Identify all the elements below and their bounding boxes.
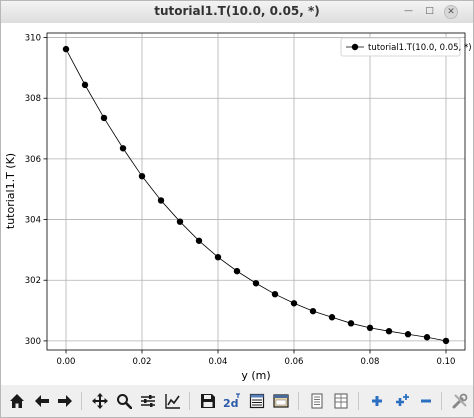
grid-lines — [47, 33, 465, 350]
toolbar-separator — [298, 392, 299, 410]
data-point — [347, 320, 355, 327]
toolbar-separator — [189, 392, 190, 410]
data-point — [366, 324, 374, 332]
legend-label: tutorial1.T(10.0, 0.05, *) — [368, 43, 472, 53]
sliders-icon — [141, 395, 155, 407]
data-point — [252, 280, 260, 287]
magnifier-icon — [117, 394, 132, 409]
data-point — [271, 290, 279, 298]
data-point — [195, 237, 203, 244]
subplots-button[interactable] — [138, 391, 158, 411]
data-point — [290, 300, 298, 307]
x-axis-label: y (m) — [241, 369, 270, 382]
home-icon — [10, 394, 24, 408]
data-point — [309, 307, 317, 315]
series-points — [62, 45, 450, 345]
toolbar-separator — [81, 392, 82, 410]
data-point — [442, 337, 450, 345]
x-tick-label: 0.08 — [361, 357, 380, 367]
toolbar-separator — [358, 392, 359, 410]
x-tick-label: 0.00 — [57, 357, 76, 367]
2d-icon: 2d — [223, 393, 240, 409]
arrow-left-icon — [35, 395, 49, 407]
view-data-button[interactable] — [247, 391, 267, 411]
minimize-button[interactable]: — — [402, 5, 415, 18]
floppy-icon — [201, 394, 215, 408]
toolbar: 2d — [1, 385, 473, 417]
x-tick-label: 0.06 — [285, 357, 304, 367]
grid-view-button[interactable] — [331, 391, 351, 411]
x-tick-label: 0.02 — [133, 357, 152, 367]
data-point — [138, 172, 146, 180]
home-button[interactable] — [7, 391, 27, 411]
plus-icon — [372, 396, 382, 406]
forward-button[interactable] — [55, 391, 75, 411]
plot-canvas[interactable]: 0.00 0.02 0.04 0.06 0.08 0.10 300 302 304 306 308 3… — [1, 23, 473, 385]
list-icon — [311, 393, 323, 409]
add-multiple-button[interactable] — [392, 391, 412, 411]
back-button[interactable] — [32, 391, 52, 411]
data-point — [119, 145, 127, 152]
legend: tutorial1.T(10.0, 0.05, *) — [340, 37, 472, 57]
edit-axes-button[interactable] — [163, 391, 183, 411]
data-point — [214, 253, 222, 261]
data-point — [100, 114, 108, 122]
minus-icon — [421, 399, 431, 403]
data-point — [385, 327, 393, 335]
x-tick-label: 0.10 — [437, 357, 456, 367]
y-tick-label: 302 — [25, 276, 41, 286]
axis-ticks: 0.00 0.02 0.04 0.06 0.08 0.10 300 302 304 306 308 3… — [25, 34, 456, 367]
data-point — [157, 197, 165, 204]
settings-button[interactable] — [450, 391, 470, 411]
line-chart: 0.00 0.02 0.04 0.06 0.08 0.10 300 302 304 306 308 3… — [4, 32, 472, 382]
y-axis-label: tutorial1.T (K) — [4, 153, 17, 229]
data-point — [81, 81, 89, 89]
y-tick-label: 304 — [25, 216, 41, 226]
y-tick-label: 306 — [25, 155, 41, 165]
pan-button[interactable] — [90, 391, 110, 411]
data-point — [404, 331, 412, 338]
plot-2d-label: 2d — [223, 397, 239, 409]
list-button[interactable] — [307, 391, 327, 411]
move-icon — [92, 393, 108, 409]
tools-icon — [452, 393, 468, 409]
add-button[interactable] — [367, 391, 387, 411]
y-tick-label: 310 — [25, 34, 41, 44]
arrow-right-icon — [58, 395, 72, 407]
y-tick-label: 300 — [25, 337, 41, 347]
plot-2d-button[interactable]: 2d — [222, 391, 242, 411]
save-button[interactable] — [198, 391, 218, 411]
image-icon — [273, 394, 289, 408]
zoom-button[interactable] — [114, 391, 134, 411]
table-icon — [249, 393, 265, 409]
plot-window: tutorial1.T(10.0, 0.05, *) — □ ✕ 0.00 0.0… — [0, 0, 474, 418]
y-tick-label: 308 — [25, 94, 41, 104]
close-button[interactable]: ✕ — [444, 5, 458, 19]
series-line — [65, 48, 447, 342]
data-point — [176, 218, 184, 225]
remove-button[interactable] — [416, 391, 436, 411]
plus-multiple-icon — [396, 394, 409, 406]
line-chart-icon — [165, 394, 180, 409]
x-tick-label: 0.04 — [209, 357, 228, 367]
data-point — [423, 334, 431, 341]
data-point — [328, 314, 336, 321]
image-button[interactable] — [271, 391, 291, 411]
data-point — [233, 267, 241, 275]
data-point — [62, 45, 70, 53]
title-bar: tutorial1.T(10.0, 0.05, *) — □ ✕ — [1, 1, 473, 24]
grid-icon — [334, 393, 348, 409]
legend-marker — [351, 43, 359, 51]
plot-area-frame — [46, 32, 466, 351]
maximize-button[interactable]: □ — [423, 5, 436, 18]
toolbar-separator — [441, 392, 442, 410]
